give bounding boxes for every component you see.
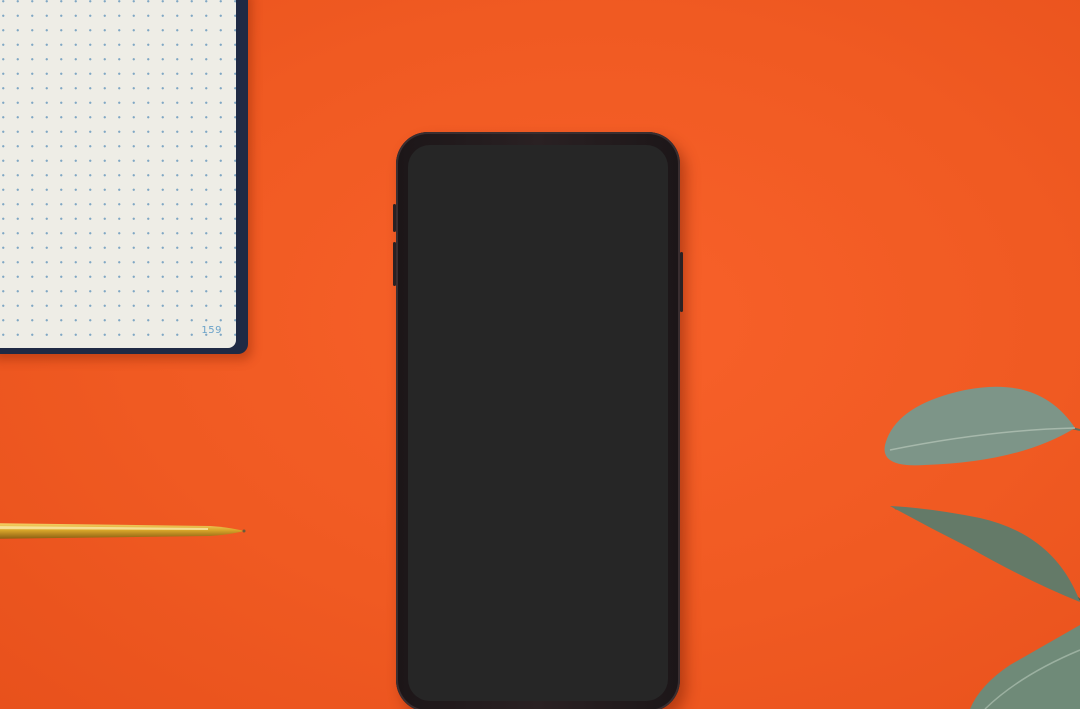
photo-scene: 159: [0, 0, 1080, 709]
leaf-middle: [890, 506, 1080, 602]
phone-power-button: [680, 252, 683, 312]
plant-leaves: [884, 386, 1080, 709]
pen: [0, 523, 246, 539]
leaf-top: [884, 386, 1075, 466]
notebook-dotted-page: 159: [0, 0, 236, 348]
phone-side-button: [393, 204, 396, 232]
notebook: 159: [0, 0, 248, 354]
phone-volume-button: [393, 242, 396, 286]
leaf-bottom: [970, 625, 1080, 709]
smartphone: [393, 132, 683, 709]
phone-blank-screen: [408, 145, 668, 701]
notebook-page-number: 159: [201, 325, 222, 336]
